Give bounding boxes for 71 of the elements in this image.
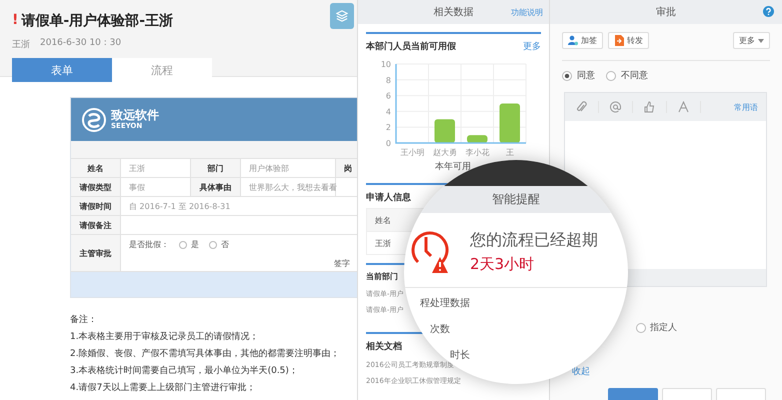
radio-button[interactable] xyxy=(606,70,616,80)
data-label: 次数 xyxy=(430,323,450,336)
caret-icon xyxy=(758,38,764,42)
radio-button[interactable] xyxy=(636,322,646,332)
field-value: 世界那么大，我想去看看 xyxy=(241,178,336,196)
axis-tick-label: 4 xyxy=(386,107,391,116)
option-label: 同意 xyxy=(577,70,595,82)
overdue-time: 2天3小时 xyxy=(470,255,536,274)
field-label: 岗 xyxy=(336,159,357,177)
action-button[interactable]: 转发 xyxy=(608,32,649,49)
more-link[interactable]: 更多 xyxy=(523,40,541,53)
layers-button[interactable] xyxy=(330,3,354,29)
category-label: 王 xyxy=(506,148,514,157)
phrases-link[interactable]: 常用语 xyxy=(734,102,758,112)
field-label: 请假类型 xyxy=(71,178,121,196)
field-label: 具体事由 xyxy=(191,178,241,196)
field-label: 请假时间 xyxy=(71,197,121,215)
option-label: 不同意 xyxy=(621,70,648,82)
action-button[interactable]: 加签 xyxy=(562,32,603,49)
timestamp: 2016-6-30 10 : 30 xyxy=(40,38,122,50)
option-label: 是 xyxy=(191,239,199,250)
document-icon xyxy=(614,35,624,46)
dialog-title: 智能提醒 xyxy=(492,191,540,208)
axis-tick-label: 6 xyxy=(386,92,391,101)
author-name: 王浙 xyxy=(12,38,30,51)
field-label: 部门 xyxy=(191,159,241,177)
option-label: 指定人 xyxy=(650,322,677,334)
person-plus-icon xyxy=(568,35,578,46)
layers-icon xyxy=(336,9,348,23)
axis-tick-label: 10 xyxy=(380,60,391,69)
field-label: 主管审批 xyxy=(71,235,121,271)
logo-name: 致远软件 xyxy=(111,109,159,121)
radio-button[interactable] xyxy=(179,240,187,248)
section-title: 当前部门 xyxy=(366,271,398,282)
tab[interactable]: 表单 xyxy=(12,58,112,82)
axis-tick-label: 0 xyxy=(386,139,391,148)
section-title: 申请人信息 xyxy=(366,191,411,204)
help-link[interactable]: 功能说明 xyxy=(511,6,543,18)
note-line: 1.本表格主要用于审核及记录员工的请假情况； xyxy=(70,330,260,344)
bar xyxy=(467,135,488,143)
axis-tick-label: 8 xyxy=(386,76,391,85)
radio-button[interactable] xyxy=(209,240,217,248)
panel-title: 审批 xyxy=(656,6,676,19)
form-title: 请假单-用户体验部-王浙 xyxy=(21,12,174,30)
axis-title: 本年可用 xyxy=(435,162,471,172)
signature-label: 签字 xyxy=(334,258,350,269)
note-line: 4.请假7天以上需要上上级部门主管进行审批； xyxy=(70,382,256,395)
category-label: 李小花 xyxy=(465,148,490,157)
field-label: 姓名 xyxy=(71,159,121,177)
logo-icon xyxy=(81,106,107,132)
field-label: 请假备注 xyxy=(71,216,121,234)
bar xyxy=(500,104,520,143)
option-label: 否 xyxy=(221,239,229,250)
data-label: 时长 xyxy=(450,348,470,362)
collapse-link[interactable]: 收起 xyxy=(572,365,590,378)
notes-title: 备注： xyxy=(70,314,98,327)
category-label: 赵大勇 xyxy=(432,148,457,157)
help-icon[interactable] xyxy=(763,6,774,17)
panel-title: 相关数据 xyxy=(434,6,474,19)
question-label: 是否批假： xyxy=(129,239,169,250)
section-title: 相关文档 xyxy=(366,340,402,353)
more-dropdown[interactable]: 更多 xyxy=(733,32,770,49)
radio-button[interactable] xyxy=(562,70,572,80)
note-line: 3.本表格统计时间需要自己填写，最小单位为半天(0.5)； xyxy=(70,364,299,378)
note-line: 2.除婚假、丧假、产假不需填写具体事由，其他的都需要注明事由； xyxy=(70,348,341,361)
urgent-mark: ! xyxy=(12,12,18,30)
data-label: 程处理数据 xyxy=(420,296,470,310)
axis-tick-label: 2 xyxy=(386,123,391,132)
category-label: 王小明 xyxy=(400,148,424,157)
bar xyxy=(434,119,455,143)
section-title: 本部门人员当前可用假 xyxy=(366,40,456,53)
